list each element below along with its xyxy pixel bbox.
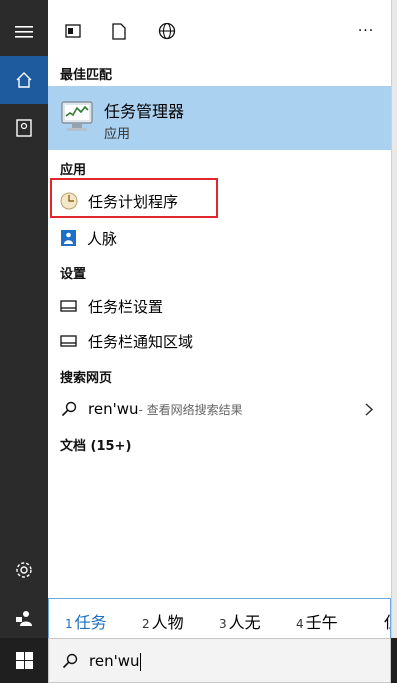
search-icon <box>62 653 78 669</box>
feedback-button[interactable] <box>0 594 48 642</box>
people-icon <box>61 230 76 246</box>
left-rail <box>0 0 48 638</box>
result-taskbar-settings[interactable]: 任务栏设置 <box>48 290 391 322</box>
settings-button[interactable] <box>0 546 48 594</box>
documents-filter-button[interactable] <box>108 20 130 42</box>
taskbar-icon <box>60 335 77 347</box>
text-caret <box>140 652 142 671</box>
result-taskbar-notification-area[interactable]: 任务栏通知区域 <box>48 325 391 357</box>
app-window-icon <box>65 24 81 38</box>
result-label: 人脉 <box>87 229 118 248</box>
background-window-edge <box>391 0 397 683</box>
home-button[interactable] <box>0 56 48 104</box>
hamburger-menu-button[interactable] <box>0 8 48 56</box>
section-best-match: 最佳匹配 <box>60 68 113 83</box>
section-web: 搜索网页 <box>60 371 113 386</box>
notebook-icon <box>16 119 32 137</box>
hamburger-icon <box>15 26 33 38</box>
more-options-button[interactable]: ··· <box>354 20 378 42</box>
section-documents: 文档 (15+) <box>60 439 132 454</box>
ime-candidate[interactable]: 4 壬午 <box>296 609 338 633</box>
windows-logo-icon <box>15 652 33 669</box>
search-results-panel: ··· 最佳匹配 任务管理器 应用 应用 任务计划程序 人脉 设置 任务栏设置 … <box>48 0 391 598</box>
chevron-right-icon <box>365 403 373 416</box>
result-web-search[interactable]: ren'wu - 查看网络搜索结果 <box>48 393 391 425</box>
apps-filter-button[interactable] <box>62 20 84 42</box>
taskbar-search-box[interactable]: ren'wu <box>48 638 391 683</box>
best-match-subtitle: 应用 <box>104 127 131 142</box>
best-match-task-manager[interactable]: 任务管理器 应用 <box>48 86 391 150</box>
ime-candidate[interactable]: 仨 <box>382 609 390 633</box>
start-button[interactable] <box>0 638 48 683</box>
gear-icon <box>16 562 32 578</box>
annotation-highlight-box <box>50 178 218 218</box>
ime-candidate[interactable]: 3 人无 <box>219 609 261 633</box>
search-input[interactable]: ren'wu <box>89 652 142 671</box>
feedback-icon <box>16 611 32 626</box>
search-icon <box>61 401 77 417</box>
section-settings: 设置 <box>60 267 87 282</box>
taskbar: ren'wu <box>0 638 397 683</box>
ime-candidate[interactable]: 1 任务 <box>65 609 107 633</box>
result-label: 任务栏通知区域 <box>88 332 194 351</box>
web-suffix: - 查看网络搜索结果 <box>138 402 243 417</box>
filter-toolbar: ··· <box>48 0 391 60</box>
section-apps: 应用 <box>60 163 87 178</box>
result-label: 任务栏设置 <box>88 297 164 316</box>
ime-candidate-bar: 1任务 2人物 3人无 4壬午 仨 <box>48 598 391 639</box>
task-manager-icon <box>61 101 93 131</box>
notebook-button[interactable] <box>0 104 48 152</box>
result-people[interactable]: 人脉 <box>48 222 391 254</box>
home-icon <box>16 72 32 88</box>
document-icon <box>112 22 126 40</box>
ime-candidate[interactable]: 2 人物 <box>142 609 184 633</box>
globe-icon <box>158 22 176 40</box>
web-filter-button[interactable] <box>156 20 178 42</box>
taskbar-icon <box>60 300 77 312</box>
web-query: ren'wu <box>88 400 139 418</box>
best-match-title: 任务管理器 <box>104 102 185 121</box>
